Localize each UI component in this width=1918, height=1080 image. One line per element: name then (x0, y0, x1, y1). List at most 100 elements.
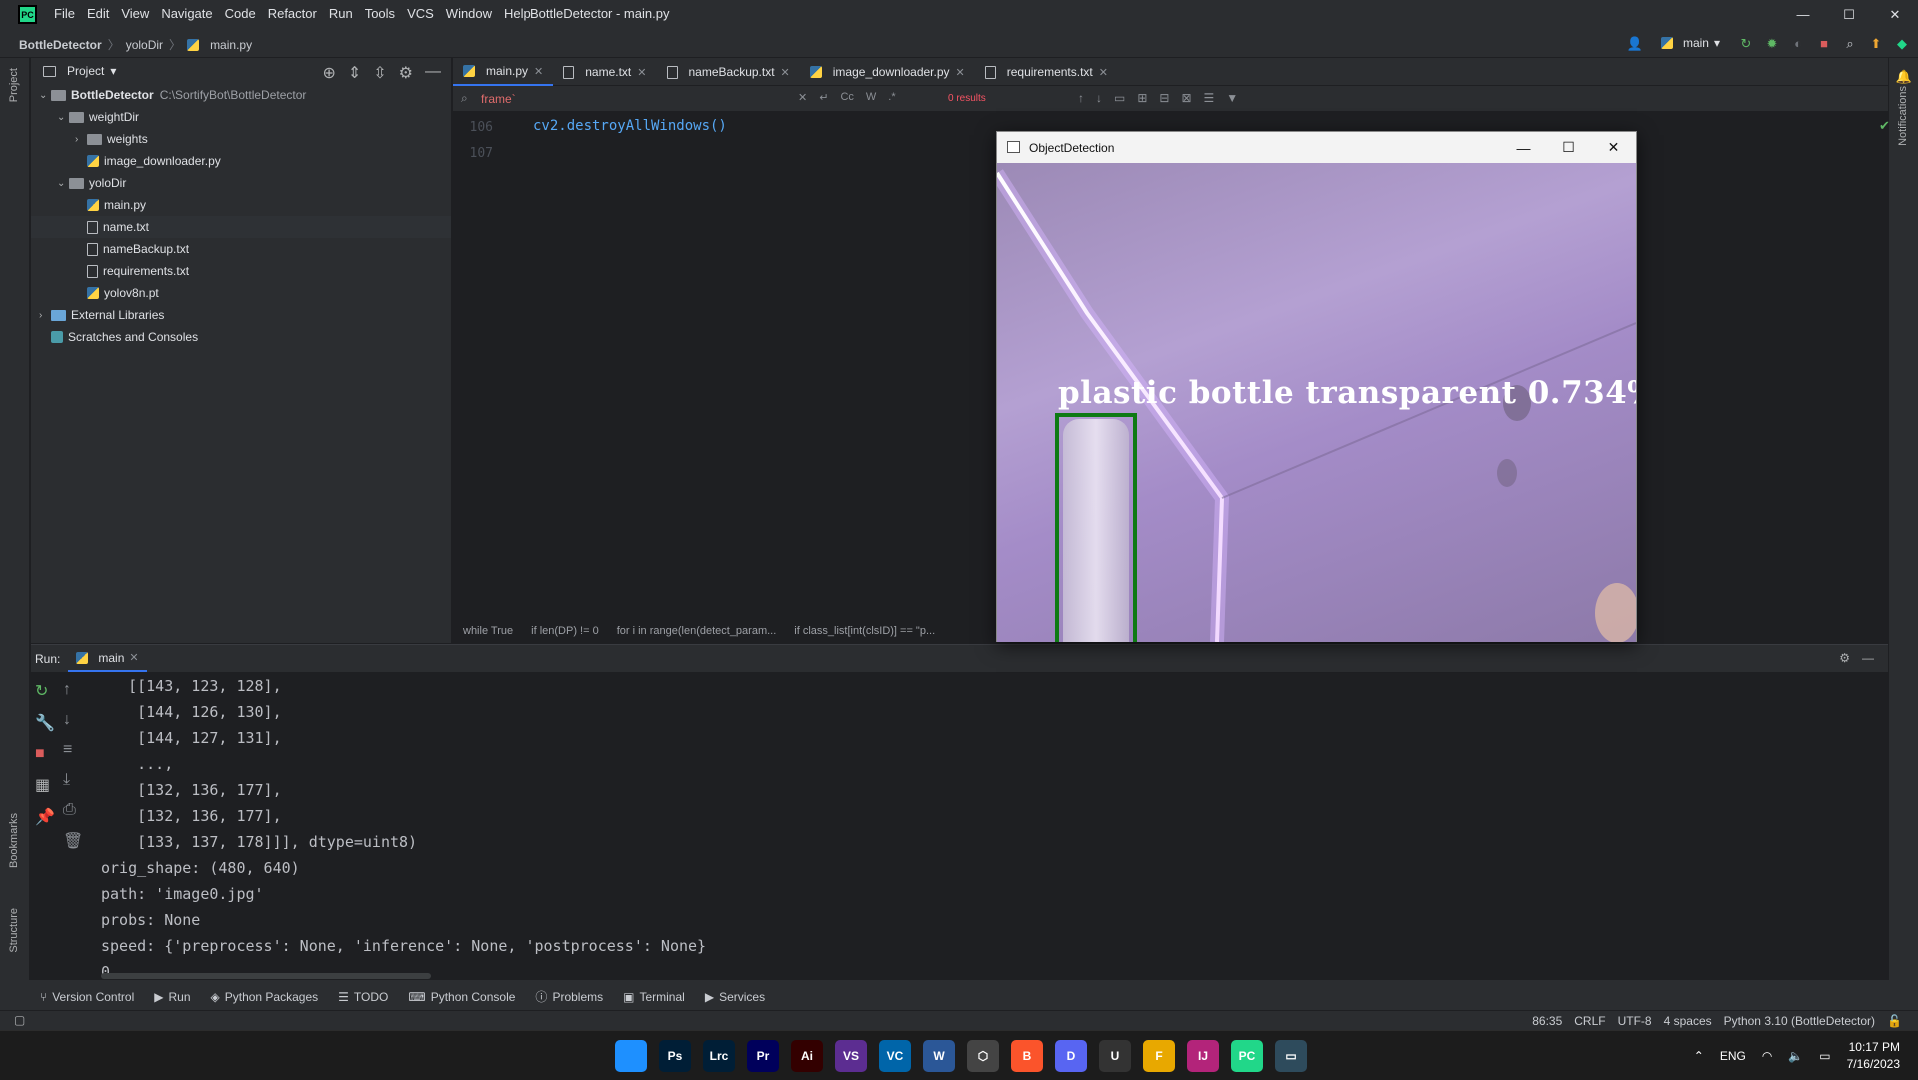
chevron-down-icon[interactable]: ▾ (110, 64, 116, 78)
breadcrumb-file[interactable]: main.py (210, 38, 252, 52)
tree-item[interactable]: ⌄ BottleDetector C:\SortifyBot\BottleDetec… (31, 84, 451, 106)
taskbar-vscode-icon[interactable]: VC (879, 1040, 911, 1072)
user-icon[interactable]: 👤 (1627, 35, 1643, 51)
arrow-up-icon[interactable]: ↑ (63, 681, 83, 699)
close-icon[interactable]: ✕ (129, 651, 138, 664)
close-icon[interactable]: ✕ (1591, 132, 1636, 163)
filter-icon[interactable]: ▼ (1226, 91, 1238, 105)
chevron-down-icon[interactable]: ⌄ (57, 112, 69, 123)
tree-item[interactable]: › weights (31, 128, 451, 150)
rerun-icon[interactable]: ↻ (35, 681, 55, 701)
bookmarks-tool-tab[interactable]: Bookmarks (8, 813, 20, 868)
menu-code[interactable]: Code (225, 6, 256, 21)
clear-icon[interactable]: ✕ (798, 91, 807, 104)
collapse-all-icon[interactable]: ⇳ (373, 63, 386, 83)
run-tab-main[interactable]: main ✕ (68, 645, 147, 672)
gear-icon[interactable]: ⚙ (1839, 651, 1850, 665)
search-icon[interactable]: ⌕ (1842, 35, 1858, 51)
taskbar-unity-icon[interactable]: U (1099, 1040, 1131, 1072)
menu-navigate[interactable]: Navigate (161, 6, 212, 21)
menu-window[interactable]: Window (446, 6, 492, 21)
update-icon[interactable]: ⬆ (1868, 35, 1884, 51)
match-case-toggle[interactable]: Cc (840, 91, 853, 104)
find-input[interactable]: frame` (481, 92, 516, 106)
tree-item[interactable]: Scratches and Consoles (31, 326, 451, 348)
maximize-icon[interactable]: ☐ (1826, 0, 1872, 29)
coverage-icon[interactable]: ◐ (1790, 35, 1806, 51)
lock-icon[interactable]: 🔓 (1887, 1014, 1902, 1028)
chevron-right-icon[interactable]: › (39, 310, 51, 321)
taskbar-intellij-icon[interactable]: IJ (1187, 1040, 1219, 1072)
tool-services[interactable]: ▶ Services (705, 988, 765, 1005)
taskbar-app-hex-icon[interactable]: ⬡ (967, 1040, 999, 1072)
tool-run[interactable]: ▶ Run (154, 988, 190, 1005)
notifications-tool-tab[interactable]: Notifications (1897, 86, 1909, 146)
rerun-icon[interactable]: ↻ (1738, 35, 1754, 51)
taskbar-premiere-icon[interactable]: Pr (747, 1040, 779, 1072)
wifi-icon[interactable]: ◠ (1762, 1049, 1772, 1063)
taskbar-explorer-icon[interactable]: F (1143, 1040, 1175, 1072)
code-crumb[interactable]: if len(DP) != 0 (531, 625, 599, 637)
maximize-icon[interactable]: ☐ (1546, 132, 1591, 163)
taskbar-illustrator-icon[interactable]: Ai (791, 1040, 823, 1072)
taskbar-start-icon[interactable] (615, 1040, 647, 1072)
layout-icon[interactable]: ▦ (35, 775, 55, 795)
regex-toggle[interactable]: .* (888, 91, 895, 104)
tree-item[interactable]: image_downloader.py (31, 150, 451, 172)
taskbar-brave-icon[interactable]: B (1011, 1040, 1043, 1072)
tool-todo[interactable]: ☰ TODO (338, 988, 388, 1005)
menu-vcs[interactable]: VCS (407, 6, 434, 21)
scroll-to-end-icon[interactable]: ⤓ (63, 771, 83, 789)
tool-terminal[interactable]: ▣ Terminal (623, 988, 685, 1005)
code-crumb[interactable]: if class_list[int(clsID)] == "p... (794, 625, 935, 637)
menu-refactor[interactable]: Refactor (268, 6, 317, 21)
taskbar-pycharm-icon[interactable]: PC (1231, 1040, 1263, 1072)
ide-features-icon[interactable]: ◆ (1894, 35, 1910, 51)
close-icon[interactable]: ✕ (1099, 66, 1108, 79)
select-occurrences-icon[interactable]: ⊠ (1181, 91, 1191, 105)
horizontal-scrollbar[interactable] (101, 973, 431, 979)
speaker-icon[interactable]: 🔈 (1788, 1049, 1803, 1063)
tree-item[interactable]: ⌄ weightDir (31, 106, 451, 128)
indent-setting[interactable]: 4 spaces (1664, 1014, 1712, 1028)
editor-tab[interactable]: nameBackup.txt ✕ (657, 58, 800, 86)
close-icon[interactable]: ✕ (637, 66, 646, 79)
structure-tool-tab[interactable]: Structure (8, 908, 20, 953)
tree-item[interactable]: yolov8n.pt (31, 282, 451, 304)
taskbar-window-icon[interactable]: ▭ (1275, 1040, 1307, 1072)
menu-help[interactable]: Help (504, 6, 531, 21)
breadcrumb-folder[interactable]: yoloDir (126, 38, 163, 52)
taskbar-app-w-icon[interactable]: W (923, 1040, 955, 1072)
battery-icon[interactable]: ▭ (1819, 1049, 1830, 1063)
menu-view[interactable]: View (121, 6, 149, 21)
debug-icon[interactable]: ✹ (1764, 35, 1780, 51)
select-all-icon[interactable]: ▭ (1114, 91, 1125, 105)
print-icon[interactable]: ⎙ (63, 801, 83, 819)
taskbar-visual-studio-icon[interactable]: VS (835, 1040, 867, 1072)
tool-version-control[interactable]: ⑂ Version Control (40, 988, 134, 1005)
editor-tab[interactable]: image_downloader.py ✕ (800, 58, 975, 86)
chevron-down-icon[interactable]: ⌄ (57, 178, 69, 189)
taskbar-photoshop-icon[interactable]: Ps (659, 1040, 691, 1072)
clock[interactable]: 10:17 PM 7/16/2023 (1847, 1039, 1900, 1073)
remove-occurrence-icon[interactable]: ⊟ (1159, 91, 1169, 105)
add-occurrence-icon[interactable]: ⊞ (1137, 91, 1147, 105)
project-tool-tab[interactable]: Project (8, 68, 20, 102)
tree-item[interactable]: main.py (31, 194, 451, 216)
arrow-down-icon[interactable]: ↓ (1096, 91, 1102, 105)
close-icon[interactable]: ✕ (1872, 0, 1918, 29)
breadcrumb-project[interactable]: BottleDetector (19, 38, 102, 52)
taskbar-lightroom-icon[interactable]: Lrc (703, 1040, 735, 1072)
tool-python-packages[interactable]: ◈ Python Packages (211, 988, 319, 1005)
detection-window-titlebar[interactable]: ObjectDetection — ☐ ✕ (997, 132, 1636, 163)
hide-icon[interactable]: — (1862, 651, 1874, 665)
chevron-down-icon[interactable]: ⌄ (39, 90, 51, 101)
stop-icon[interactable]: ■ (35, 745, 55, 763)
line-separator[interactable]: CRLF (1574, 1014, 1605, 1028)
chevron-right-icon[interactable]: › (75, 134, 87, 145)
console-output[interactable]: [[143, 123, 128], [144, 126, 130], [144,… (101, 673, 706, 985)
menu-run[interactable]: Run (329, 6, 353, 21)
expand-all-icon[interactable]: ⇕ (348, 63, 361, 83)
filter-settings-icon[interactable]: ☰ (1204, 91, 1215, 105)
arrow-down-icon[interactable]: ↓ (63, 711, 83, 729)
